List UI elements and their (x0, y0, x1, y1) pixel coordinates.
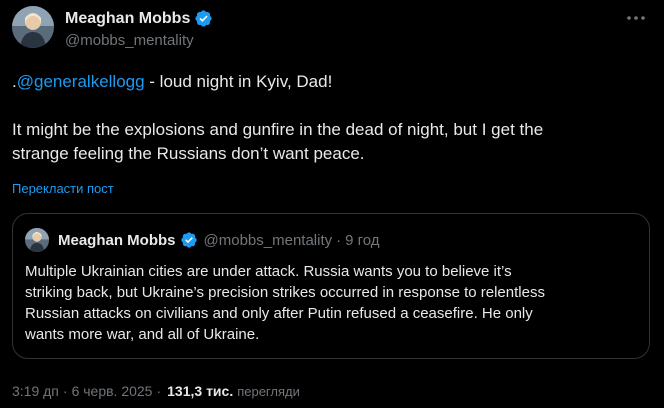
quoted-tweet[interactable]: Meaghan Mobbs @mobbs_mentality · 9 год M… (12, 213, 650, 359)
views-label: перегляди (237, 384, 300, 399)
avatar[interactable] (12, 6, 54, 48)
tweet-text: .@generalkellogg - loud night in Kyiv, D… (12, 70, 652, 166)
tweet-time[interactable]: 3:19 дп (12, 383, 59, 399)
tweet-line-1-rest: - loud night in Kyiv, Dad! (144, 72, 333, 91)
tweet-meta: 3:19 дп · 6 черв. 2025 · 131,3 тис. пере… (12, 383, 300, 399)
more-options-icon (627, 16, 645, 20)
tweet-container: Meaghan Mobbs @mobbs_mentality .@general… (0, 0, 664, 408)
author-display-name[interactable]: Meaghan Mobbs (65, 10, 190, 28)
quote-avatar[interactable] (25, 228, 49, 252)
quote-line: wants more war, and all of Ukraine. (25, 326, 260, 343)
verified-badge-icon (180, 231, 198, 249)
tweet-date[interactable]: 6 черв. 2025 (72, 383, 153, 399)
translate-post-link[interactable]: Перекласти пост (12, 181, 114, 196)
quote-text: Multiple Ukrainian cities are under atta… (25, 261, 637, 345)
author-handle[interactable]: @mobbs_mentality (65, 32, 194, 49)
more-options-button[interactable] (624, 8, 648, 28)
tweet-line-1: .@generalkellogg - loud night in Kyiv, D… (12, 70, 652, 94)
mention-link[interactable]: @generalkellogg (17, 72, 145, 91)
quote-handle: @mobbs_mentality (203, 231, 333, 249)
tweet-para2-line1: It might be the explosions and gunfire i… (12, 120, 544, 139)
tweet-para2-line2: strange feeling the Russians don’t want … (12, 144, 365, 163)
quote-line: Multiple Ukrainian cities are under atta… (25, 263, 512, 280)
quote-display-name[interactable]: Meaghan Mobbs (58, 232, 176, 249)
meta-separator: · (62, 383, 68, 399)
quote-separator: · (336, 231, 342, 249)
quote-line: striking back, but Ukraine’s precision s… (25, 284, 545, 301)
quote-header: Meaghan Mobbs @mobbs_mentality · 9 год (58, 231, 380, 249)
author-name-row: Meaghan Mobbs (65, 9, 213, 28)
views-count[interactable]: 131,3 тис. (167, 383, 233, 399)
verified-badge-icon[interactable] (194, 9, 213, 28)
quote-line: Russian attacks on civilians and only af… (25, 305, 533, 322)
quote-timestamp[interactable]: 9 год (345, 232, 379, 249)
meta-separator: · (156, 383, 162, 399)
